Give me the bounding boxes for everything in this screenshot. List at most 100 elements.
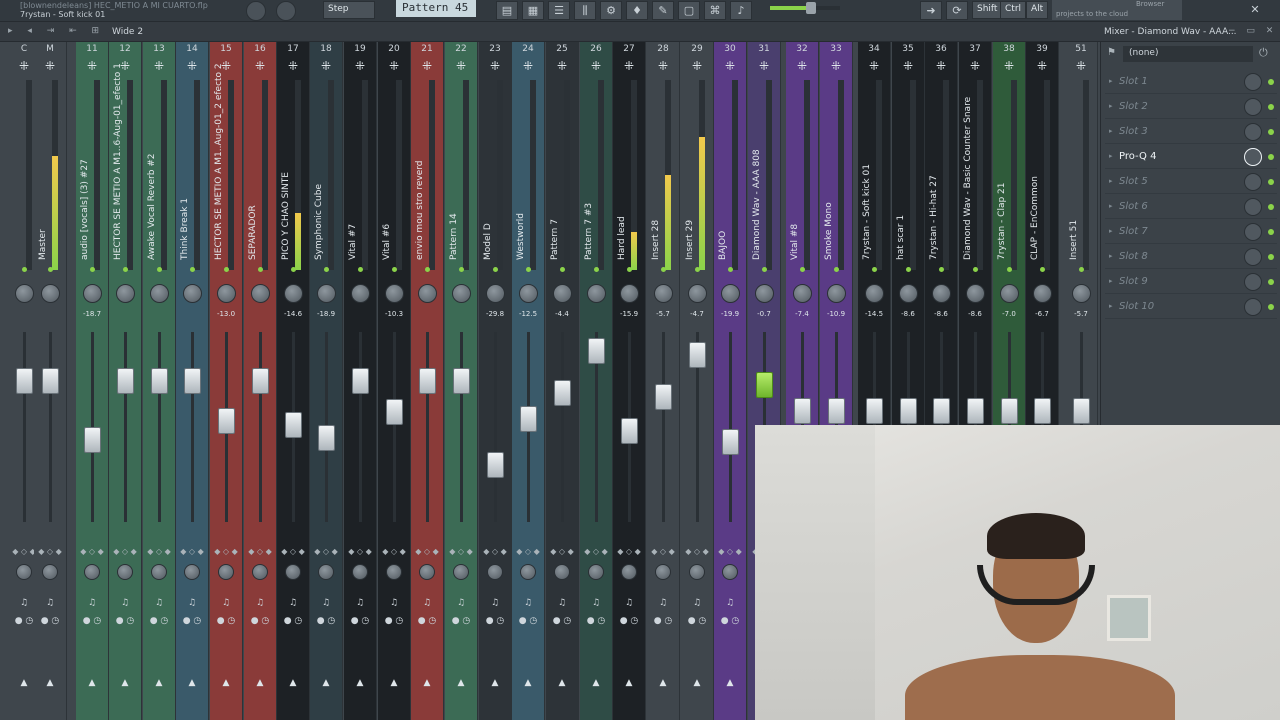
strip-enable-led-icon[interactable] <box>1079 267 1084 272</box>
pan-knob[interactable] <box>150 284 169 303</box>
pan-knob[interactable] <box>793 284 812 303</box>
stereo-separation-icon[interactable]: ◆ ◇ ◆ <box>344 547 376 556</box>
chevron-right-icon[interactable]: ▸ <box>1109 302 1113 310</box>
delay-comp-icon[interactable]: ● ◷ <box>277 616 309 626</box>
send-knob[interactable] <box>252 564 268 580</box>
add-insert-icon[interactable]: ⁜ <box>748 59 780 73</box>
alt-key-button[interactable]: Alt <box>1026 1 1049 19</box>
send-knob[interactable] <box>42 564 58 580</box>
strip-name[interactable]: Insert 29 <box>685 80 695 260</box>
strip-name[interactable]: Westworld <box>516 80 526 260</box>
link-icon[interactable]: ♫ <box>109 598 141 608</box>
volume-fader[interactable] <box>84 427 101 454</box>
pan-knob[interactable] <box>486 284 505 303</box>
add-insert-icon[interactable]: ⁜ <box>820 59 852 73</box>
strip-enable-led-icon[interactable] <box>762 267 767 272</box>
link-icon[interactable]: ♫ <box>277 598 309 608</box>
strip-name[interactable]: PICO Y CHAO SINTE <box>281 80 291 260</box>
add-insert-icon[interactable]: ⁜ <box>310 59 342 73</box>
mixer-strip[interactable]: 20 ⁜ Vital #6 -10.3 ◆ ◇ ◆ ♫ ● ◷ ▲ <box>378 42 411 720</box>
volume-fader[interactable] <box>16 368 33 395</box>
chevron-right-icon[interactable]: ▸ <box>1109 177 1113 185</box>
volume-fader[interactable] <box>554 379 571 406</box>
pan-knob[interactable] <box>284 284 303 303</box>
strip-enable-led-icon[interactable] <box>459 267 464 272</box>
route-icon[interactable]: ▲ <box>681 678 713 688</box>
strip-enable-led-icon[interactable] <box>872 267 877 272</box>
send-knob[interactable] <box>722 564 738 580</box>
strip-enable-led-icon[interactable] <box>560 267 565 272</box>
volume-fader[interactable] <box>453 368 470 395</box>
mixer-strip[interactable]: M ⁜ Master ◆ ◇ ◆ ♫ ● ◷ ▲ <box>34 42 67 720</box>
delay-comp-icon[interactable]: ● ◷ <box>681 616 713 626</box>
link-icon[interactable]: ♫ <box>580 598 612 608</box>
add-insert-icon[interactable]: ⁜ <box>647 59 679 73</box>
window-controls-icon[interactable]: − ▭ ✕ <box>1228 26 1277 36</box>
playlist-icon[interactable]: ▤ <box>496 1 518 20</box>
mixer-strip[interactable]: 12 ⁜ HECTOR SE METIO A M1..6-Aug-01_efecto… <box>109 42 142 720</box>
delay-comp-icon[interactable]: ● ◷ <box>109 616 141 626</box>
add-insert-icon[interactable]: ⁜ <box>34 59 66 73</box>
send-knob[interactable] <box>386 564 402 580</box>
route-icon[interactable]: ▲ <box>210 678 242 688</box>
add-insert-icon[interactable]: ⁜ <box>580 59 612 73</box>
send-knob[interactable] <box>419 564 435 580</box>
pan-knob[interactable] <box>15 284 34 303</box>
route-icon[interactable]: ▲ <box>76 678 108 688</box>
volume-fader[interactable] <box>967 398 984 424</box>
strip-name[interactable]: HECTOR SE METIO A M1..6-Aug-01_efecto 1 <box>113 63 123 260</box>
link-icon[interactable]: ♫ <box>378 598 410 608</box>
fx-enable-led-icon[interactable] <box>1268 79 1274 85</box>
send-knob[interactable] <box>16 564 32 580</box>
link-icon[interactable]: ♫ <box>176 598 208 608</box>
volume-fader[interactable] <box>655 383 672 410</box>
send-knob[interactable] <box>621 564 637 580</box>
send-knob[interactable] <box>588 564 604 580</box>
stereo-separation-icon[interactable]: ◆ ◇ ◆ <box>681 547 713 556</box>
strip-enable-led-icon[interactable] <box>661 267 666 272</box>
send-knob[interactable] <box>520 564 536 580</box>
send-knob[interactable] <box>84 564 100 580</box>
volume-fader[interactable] <box>689 341 706 368</box>
strip-name[interactable]: Pattern 7 <box>550 80 560 260</box>
fx-slot[interactable]: ▸ Slot 1 <box>1105 70 1277 94</box>
pan-knob[interactable] <box>932 284 951 303</box>
piano-roll-icon[interactable]: ▦ <box>522 1 544 20</box>
delay-comp-icon[interactable]: ● ◷ <box>445 616 477 626</box>
fx-slot[interactable]: ▸ Slot 2 <box>1105 95 1277 119</box>
pitch-knob-icon[interactable] <box>276 1 296 21</box>
strip-name[interactable]: audio [vocals] (3) #27 <box>80 80 90 260</box>
strip-enable-led-icon[interactable] <box>324 267 329 272</box>
delay-comp-icon[interactable]: ● ◷ <box>479 616 511 626</box>
routing-icon[interactable]: ⏻ <box>1259 46 1268 60</box>
pan-knob[interactable] <box>317 284 336 303</box>
plugin-icon[interactable]: ⚙ <box>600 1 622 20</box>
strip-name[interactable]: Vital #7 <box>348 80 358 260</box>
route-icon[interactable]: ▲ <box>344 678 376 688</box>
volume-fader[interactable] <box>252 368 269 395</box>
mixer-strip[interactable]: 25 ⁜ Pattern 7 -4.4 ◆ ◇ ◆ ♫ ● ◷ ▲ <box>546 42 579 720</box>
pan-knob[interactable] <box>755 284 774 303</box>
browser-icon[interactable]: ⌘ <box>704 1 726 20</box>
pan-knob[interactable] <box>721 284 740 303</box>
volume-fader[interactable] <box>933 398 950 424</box>
strip-name[interactable]: hat scar 1 <box>896 80 906 260</box>
hint-icon[interactable]: ✎ <box>652 1 674 20</box>
stereo-separation-icon[interactable]: ◆ ◇ ◆ <box>647 547 679 556</box>
route-icon[interactable]: ▲ <box>109 678 141 688</box>
fx-slot[interactable]: ▸ Slot 6 <box>1105 195 1277 219</box>
strip-enable-led-icon[interactable] <box>224 267 229 272</box>
fx-enable-led-icon[interactable] <box>1268 304 1274 310</box>
route-icon[interactable]: ▲ <box>714 678 746 688</box>
add-insert-icon[interactable]: ⁜ <box>479 59 511 73</box>
send-knob[interactable] <box>285 564 301 580</box>
fx-enable-led-icon[interactable] <box>1268 254 1274 260</box>
route-icon[interactable]: ▲ <box>244 678 276 688</box>
strip-enable-led-icon[interactable] <box>48 267 53 272</box>
fx-enable-led-icon[interactable] <box>1268 104 1274 110</box>
strip-name[interactable]: 7rystan - Clap 21 <box>997 80 1007 260</box>
link-icon[interactable]: ♫ <box>681 598 713 608</box>
delay-comp-icon[interactable]: ● ◷ <box>580 616 612 626</box>
link-icon[interactable]: ♫ <box>479 598 511 608</box>
strip-name[interactable]: 7rystan - Soft kick 01 <box>862 80 872 260</box>
